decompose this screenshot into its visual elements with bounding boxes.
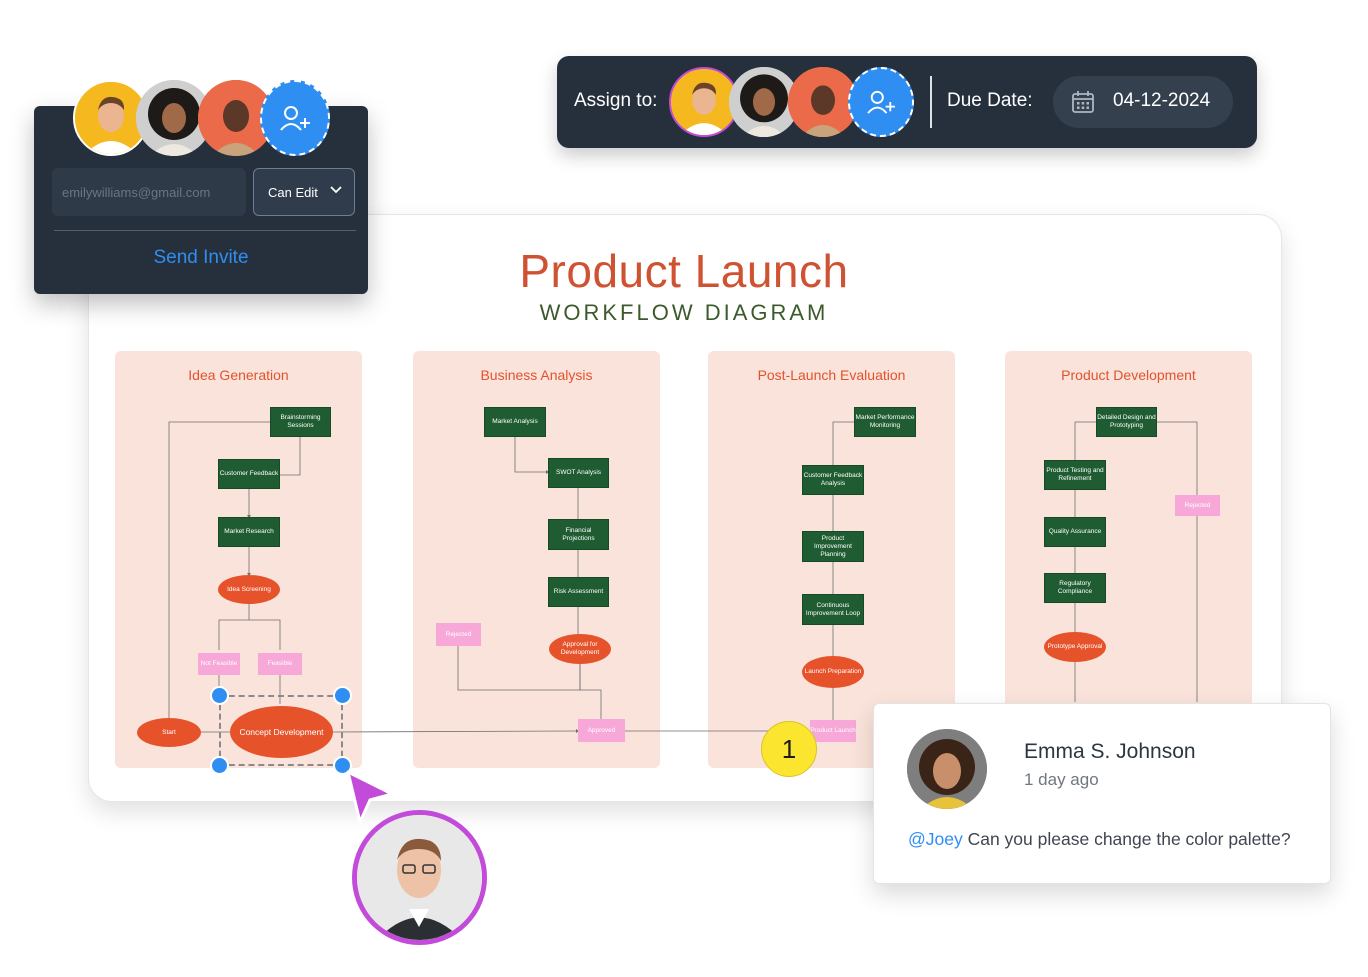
node-approved[interactable]: Approved bbox=[578, 719, 625, 742]
comment-message: Can you please change the color palette? bbox=[962, 829, 1291, 849]
node-quality-assurance[interactable]: Quality Assurance bbox=[1044, 517, 1106, 547]
due-date-value: 04-12-2024 bbox=[1113, 90, 1211, 111]
add-user-button[interactable] bbox=[260, 80, 330, 156]
assign-label: Assign to: bbox=[574, 90, 658, 111]
node-idea-screening[interactable]: Idea Screening bbox=[218, 575, 280, 604]
node-market-research[interactable]: Market Research bbox=[218, 517, 280, 547]
node-risk-assessment[interactable]: Risk Assessment bbox=[548, 577, 609, 607]
node-swot-analysis[interactable]: SWOT Analysis bbox=[548, 458, 609, 488]
node-not-feasible[interactable]: Not Feasible bbox=[198, 653, 240, 675]
comment-author-avatar bbox=[907, 729, 987, 809]
selection-box bbox=[219, 695, 343, 766]
comment-timestamp: 1 day ago bbox=[1024, 770, 1099, 789]
node-customer-feedback-analysis[interactable]: Customer Feedback Analysis bbox=[802, 465, 864, 495]
collaborator-avatar bbox=[352, 810, 487, 945]
node-approval-for-development[interactable]: Approval for Development bbox=[549, 634, 611, 664]
node-prototype-approval[interactable]: Prototype Approval bbox=[1044, 632, 1106, 662]
permission-select[interactable]: Can Edit bbox=[253, 168, 355, 216]
send-invite-button[interactable]: Send Invite bbox=[34, 247, 368, 269]
chevron-down-icon bbox=[330, 186, 342, 194]
comment-pin[interactable]: 1 bbox=[761, 721, 817, 777]
add-assignee-button[interactable] bbox=[848, 67, 914, 137]
node-feasible[interactable]: Feasible bbox=[258, 653, 302, 675]
node-product-testing-and-refinement[interactable]: Product Testing and Refinement bbox=[1044, 460, 1106, 490]
node-detailed-design-and-prototyping[interactable]: Detailed Design and Prototyping bbox=[1096, 407, 1157, 437]
email-input[interactable] bbox=[52, 168, 246, 216]
node-financial-projections[interactable]: Financial Projections bbox=[548, 519, 609, 550]
divider bbox=[54, 230, 356, 231]
node-rejected[interactable]: Rejected bbox=[436, 623, 481, 646]
calendar-icon bbox=[1072, 91, 1094, 113]
divider bbox=[930, 76, 932, 128]
comment-text: @Joey Can you please change the color pa… bbox=[908, 829, 1291, 850]
permission-value: Can Edit bbox=[268, 184, 318, 200]
mention-link[interactable]: @Joey bbox=[908, 829, 963, 849]
node-market-performance-monitoring[interactable]: Market Performance Monitoring bbox=[854, 407, 916, 437]
node-start[interactable]: Start bbox=[137, 718, 201, 747]
node-rejected[interactable]: Rejected bbox=[1175, 495, 1220, 516]
resize-handle-top-left[interactable] bbox=[210, 686, 229, 705]
node-launch-preparation[interactable]: Launch Preparation bbox=[802, 656, 864, 688]
add-user-icon bbox=[280, 106, 310, 131]
node-regulatory-compliance[interactable]: Regulatory Compliance bbox=[1044, 573, 1106, 603]
resize-handle-bottom-left[interactable] bbox=[210, 756, 229, 775]
node-continuous-improvement-loop[interactable]: Continuous Improvement Loop bbox=[802, 594, 864, 625]
node-brainstorming-sessions[interactable]: Brainstorming Sessions bbox=[270, 407, 331, 437]
due-date-label: Due Date: bbox=[947, 90, 1033, 111]
node-product-improvement-planning[interactable]: Product Improvement Planning bbox=[802, 531, 864, 562]
node-product-launch[interactable]: Product Launch bbox=[810, 720, 856, 742]
comment-author-name: Emma S. Johnson bbox=[1024, 740, 1196, 763]
node-customer-feedback[interactable]: Customer Feedback bbox=[218, 459, 280, 489]
add-user-icon bbox=[867, 90, 895, 114]
node-market-analysis[interactable]: Market Analysis bbox=[484, 407, 546, 437]
resize-handle-top-right[interactable] bbox=[333, 686, 352, 705]
